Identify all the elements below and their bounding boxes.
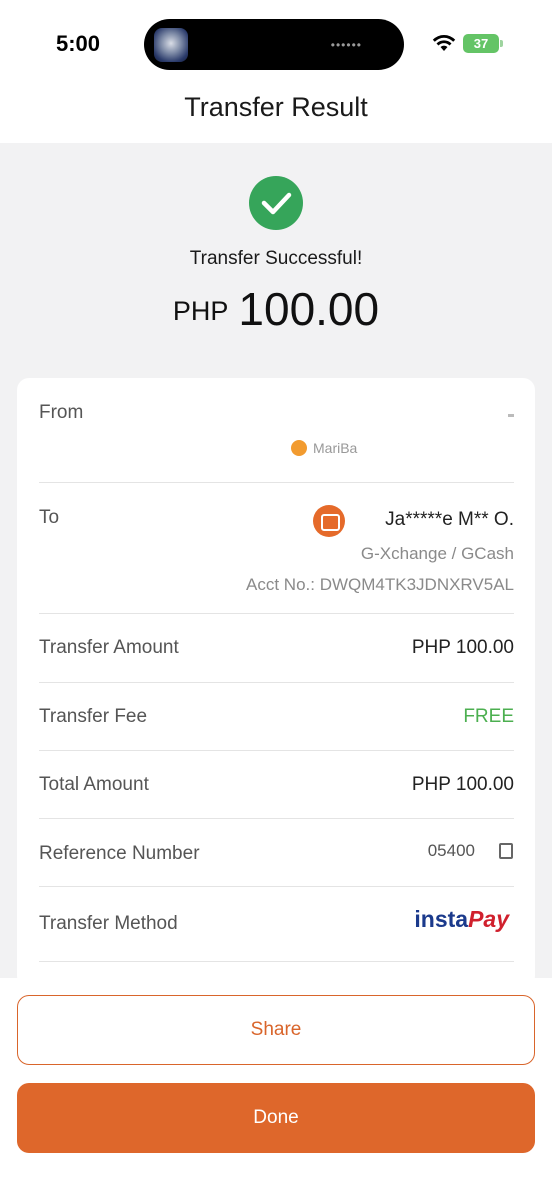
status-time: 5:00 <box>56 31 101 56</box>
transfer-fee-label: Transfer Fee <box>39 706 148 727</box>
copy-icon[interactable] <box>499 843 513 859</box>
instapay-logo-insta: insta <box>414 906 469 932</box>
page-title: Transfer Result <box>184 92 368 122</box>
to-name: Ja*****e M** O. <box>385 509 514 530</box>
to-values: Ja*****e M** O. G-Xchange / GCash Acct N… <box>39 483 514 613</box>
battery-icon: 37 <box>463 34 499 53</box>
masked-dots <box>508 414 514 417</box>
done-button[interactable]: Done <box>17 1083 535 1153</box>
checkmark-icon <box>249 176 303 230</box>
share-button[interactable]: Share <box>17 995 535 1065</box>
top-bar: 5:00 •••••• 37 Transfer Result <box>0 0 552 143</box>
transfer-amount-row: Transfer Amount PHP 100.00 <box>39 614 514 682</box>
from-row: From MariBa <box>39 378 514 482</box>
island-dots: •••••• <box>330 38 362 52</box>
amount-currency: PHP <box>172 296 229 326</box>
to-channel: G-Xchange / GCash <box>360 544 514 563</box>
wifi-icon <box>432 35 456 51</box>
transfer-fee-value: FREE <box>463 706 514 727</box>
transfer-fee-row: Transfer Fee FREE <box>39 683 514 750</box>
from-label: From <box>39 402 84 423</box>
divider <box>39 961 514 962</box>
status-text: Transfer Successful! <box>189 248 363 269</box>
amount-display: PHP 100.00 <box>0 282 552 336</box>
island-app-icon <box>154 28 188 62</box>
method-label: Transfer Method <box>39 913 178 934</box>
reference-value: 05400 <box>427 841 475 860</box>
reference-label: Reference Number <box>39 843 200 864</box>
amount-value: 100.00 <box>238 283 380 335</box>
total-amount-value: PHP 100.00 <box>411 774 514 795</box>
transfer-amount-value: PHP 100.00 <box>411 637 514 658</box>
from-value: MariBa <box>313 440 358 456</box>
dynamic-island: •••••• <box>144 19 404 70</box>
status-bar: 5:00 •••••• 37 <box>0 0 552 90</box>
transfer-amount-label: Transfer Amount <box>39 637 179 658</box>
instapay-logo-pay: Pay <box>468 906 509 932</box>
bank-logo-icon <box>291 440 307 456</box>
details-card: From MariBa To Ja*****e M** O. G-Xchange… <box>17 378 535 988</box>
battery-cap <box>500 40 503 47</box>
instapay-logo: instaPay <box>414 906 509 933</box>
total-amount-row: Total Amount PHP 100.00 <box>39 751 514 818</box>
to-account: Acct No.: DWQM4TK3JDNXRV5AL <box>246 575 514 594</box>
total-amount-label: Total Amount <box>39 774 149 795</box>
battery-level: 37 <box>473 36 489 51</box>
